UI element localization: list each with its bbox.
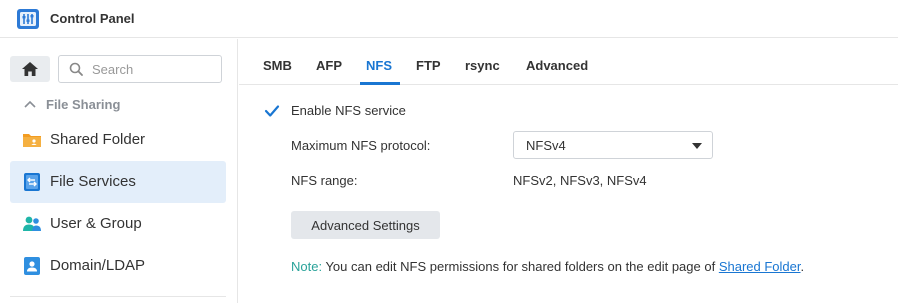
- caret-down-icon: [692, 143, 702, 149]
- user-group-icon: [23, 216, 41, 231]
- shared-folder-link[interactable]: Shared Folder: [719, 259, 801, 274]
- sidebar-item-label: User & Group: [50, 215, 142, 232]
- sidebar-item-label: File Services: [50, 173, 136, 190]
- section-file-sharing[interactable]: File Sharing: [24, 96, 120, 112]
- tab-afp[interactable]: AFP: [316, 58, 342, 73]
- note-text: You can edit NFS permissions for shared …: [322, 259, 719, 274]
- enable-nfs-checkbox[interactable]: [264, 103, 280, 119]
- note-suffix: .: [800, 259, 805, 274]
- home-button[interactable]: [10, 56, 50, 82]
- sidebar-item-file-services[interactable]: File Services: [10, 161, 226, 203]
- nfs-note: Note: You can edit NFS permissions for s…: [291, 259, 804, 274]
- shared-folder-icon: [23, 134, 41, 147]
- max-protocol-label: Maximum NFS protocol:: [291, 138, 431, 153]
- advanced-settings-button[interactable]: Advanced Settings: [291, 211, 440, 239]
- enable-nfs-label[interactable]: Enable NFS service: [291, 103, 406, 118]
- tab-rsync[interactable]: rsync: [465, 58, 500, 73]
- sidebar-item-domain-ldap[interactable]: Domain/LDAP: [10, 245, 226, 287]
- control-panel-icon: [17, 9, 39, 29]
- sidebar-item-label: Domain/LDAP: [50, 257, 146, 274]
- nfs-range-value: NFSv2, NFSv3, NFSv4: [513, 173, 647, 188]
- chevron-up-icon: [24, 100, 36, 108]
- tab-nfs[interactable]: NFS: [366, 58, 392, 73]
- file-services-icon: [24, 173, 40, 191]
- sidebar-item-user-group[interactable]: User & Group: [10, 203, 226, 245]
- search-icon: [69, 62, 83, 76]
- sidebar-divider: [10, 296, 226, 297]
- tab-bar: SMB AFP NFS FTP rsync Advanced: [239, 39, 898, 85]
- note-prefix: Note:: [291, 259, 323, 274]
- title-bar: Control Panel: [0, 0, 898, 38]
- tab-advanced[interactable]: Advanced: [526, 58, 588, 73]
- sidebar-item-shared-folder[interactable]: Shared Folder: [10, 119, 226, 161]
- active-tab-indicator: [360, 82, 400, 85]
- max-protocol-value: NFSv4: [526, 138, 566, 153]
- search-input[interactable]: [92, 60, 216, 78]
- sidebar: File Sharing Shared Folder File Services: [0, 39, 238, 303]
- tab-smb[interactable]: SMB: [263, 58, 292, 73]
- window-title: Control Panel: [50, 11, 135, 26]
- domain-ldap-icon: [24, 257, 40, 275]
- home-icon: [22, 62, 38, 76]
- search-box[interactable]: [58, 55, 222, 83]
- sidebar-item-label: Shared Folder: [50, 131, 146, 148]
- nfs-range-label: NFS range:: [291, 173, 358, 188]
- max-protocol-select[interactable]: NFSv4: [513, 131, 713, 159]
- section-label: File Sharing: [46, 96, 121, 112]
- tab-ftp[interactable]: FTP: [416, 58, 441, 73]
